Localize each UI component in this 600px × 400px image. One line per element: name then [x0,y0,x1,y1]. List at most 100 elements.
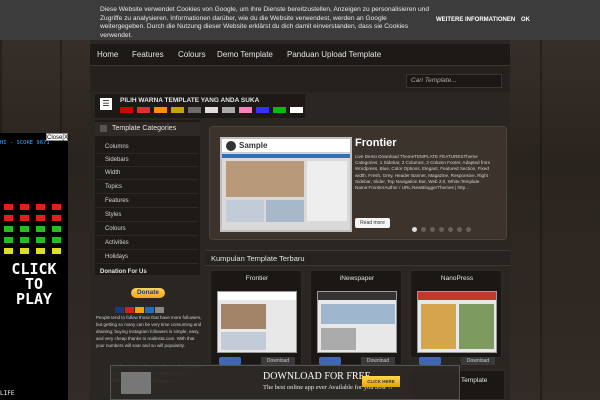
category-item[interactable]: Columns [97,141,198,154]
click-to-play[interactable]: CLICK TO PLAY [0,262,68,307]
nav-home[interactable]: Home [97,50,118,59]
like-button[interactable] [319,357,341,365]
list-icon: ☰ [100,98,112,110]
invader-icon [20,204,29,210]
read-more-button[interactable]: Read more [355,218,390,228]
template-card[interactable]: iNewspaper Download [310,270,402,365]
invader-icon [4,215,13,221]
color-picker-title: PILIH WARNA TEMPLATE YANG ANDA SUKA [120,97,260,104]
categories-heading: Template Categories [95,122,200,136]
nav-features[interactable]: Features [132,50,164,59]
like-button[interactable] [419,357,441,365]
slide-image-title: Sample [239,141,268,150]
color-swatch[interactable] [120,107,133,113]
card-icon [155,307,164,313]
cookie-ok-button[interactable]: OK [521,16,530,25]
template-name: Frontier [245,275,269,282]
slider-dot[interactable] [421,227,426,232]
invader-icon [4,204,13,210]
main-nav: Home Features Colours Demo Template Pand… [90,44,510,66]
cta-line-3: PLAY [15,290,53,308]
close-ad-button[interactable]: Close[X] [46,133,70,141]
payment-cards [115,300,185,313]
category-item[interactable]: Holidays [97,251,198,264]
arrow-icon [100,125,107,132]
like-button[interactable] [219,357,241,365]
slide-image[interactable]: Sample [220,137,352,232]
invader-icon [52,237,61,243]
template-thumbnail[interactable] [217,291,297,353]
slider-dot[interactable] [448,227,453,232]
donation-title: Donation For Us [100,269,147,275]
invader-icon [52,226,61,232]
invader-icon [36,204,45,210]
search-input[interactable]: Cari Template... [406,74,502,88]
color-swatch[interactable] [290,107,303,113]
color-swatch[interactable] [154,107,167,113]
color-swatch[interactable] [256,107,269,113]
invader-icon [36,226,45,232]
cookie-banner: Diese Website verwendet Cookies von Goog… [0,0,600,40]
latest-templates-heading: Kumpulan Template Terbaru [205,250,510,266]
slide-description: Live Demo Download ThemeTEMPLATE FEATURE… [355,154,491,191]
slider-dot[interactable] [412,227,417,232]
category-item[interactable]: Colours [97,223,198,236]
invader-icon [52,248,61,254]
card-icon [115,307,124,313]
donate-button[interactable]: Donate [131,288,165,298]
slide-title[interactable]: Frontier [355,137,397,149]
invader-icon [4,248,13,254]
download-ad[interactable]: DOWNLOAD FOR FREE The best online app ev… [110,365,460,400]
ad-cta-button[interactable]: CLICK HERE [362,376,400,387]
invader-icon [52,215,61,221]
download-button[interactable]: Download [261,357,295,365]
slider-dot[interactable] [457,227,462,232]
color-swatch[interactable] [171,107,184,113]
color-swatch[interactable] [188,107,201,113]
color-swatch[interactable] [273,107,286,113]
category-item[interactable]: Sidebars [97,154,198,167]
template-thumbnail[interactable] [417,291,497,353]
nav-panduan-upload[interactable]: Panduan Upload Template [287,50,381,59]
template-name: iNewspaper [339,275,375,282]
color-swatch[interactable] [137,107,150,113]
slider-dot[interactable] [466,227,471,232]
color-swatch[interactable] [222,107,235,113]
ad-title: DOWNLOAD FOR FREE [263,371,371,382]
color-picker: ☰ PILIH WARNA TEMPLATE YANG ANDA SUKA [95,94,305,118]
invader-icon [20,237,29,243]
categories-title: Template Categories [112,125,177,132]
card-icon [145,307,154,313]
cookie-text: Diese Website verwendet Cookies von Goog… [100,6,430,39]
invader-icon [52,204,61,210]
category-item[interactable]: Features [97,195,198,208]
invader-icon [4,237,13,243]
color-swatch[interactable] [239,107,252,113]
invader-icon [36,237,45,243]
template-card[interactable]: NanoPress Download [410,270,502,365]
card-icon [135,307,144,313]
download-button[interactable]: Download [361,357,395,365]
invader-icon [20,248,29,254]
more-info-link[interactable]: WEITERE INFORMATIONEN [436,16,515,25]
invader-icon [36,248,45,254]
slider-dot[interactable] [439,227,444,232]
color-swatch[interactable] [205,107,218,113]
category-item[interactable]: Styles [97,209,198,222]
life-label: LIFE [0,390,15,397]
nav-demo-template[interactable]: Demo Template [217,50,273,59]
sidebar-text: People tend to follow those that have mo… [96,315,202,348]
template-card[interactable]: Frontier Download [210,270,302,365]
template-thumbnail[interactable] [317,291,397,353]
logo-icon [226,141,236,151]
nav-colours[interactable]: Colours [178,50,206,59]
download-button[interactable]: Download [461,357,495,365]
template-name: NanoPress [440,275,474,282]
slider-dot[interactable] [430,227,435,232]
ad-logo-icon [121,372,151,394]
invader-icon [20,226,29,232]
category-item[interactable]: Activities [97,237,198,250]
category-item[interactable]: Width [97,167,198,180]
category-item[interactable]: Topics [97,181,198,194]
invader-icon [4,226,13,232]
